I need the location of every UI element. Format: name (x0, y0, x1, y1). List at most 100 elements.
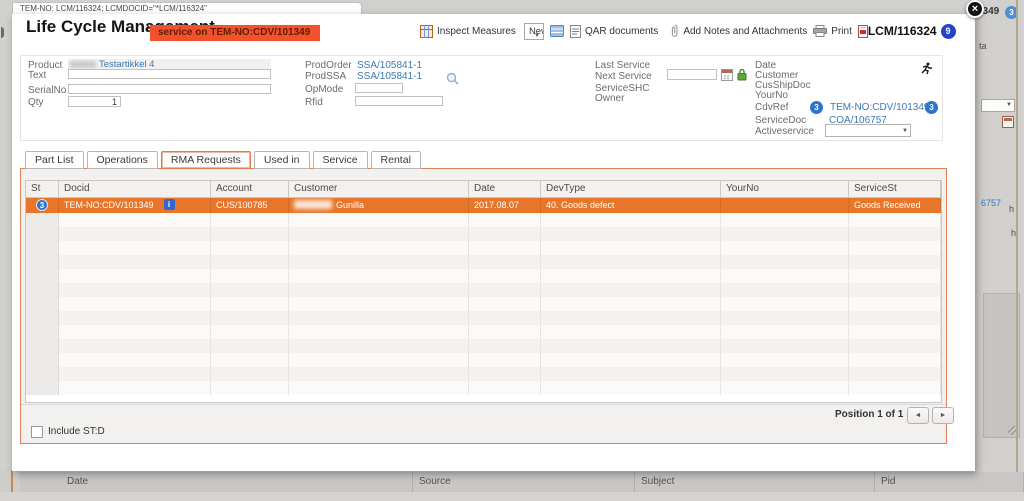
column-header-servicest[interactable]: ServiceSt (849, 181, 941, 197)
runner-icon[interactable] (920, 62, 933, 75)
pdf-icon[interactable] (858, 25, 868, 38)
empty-cell (849, 311, 941, 325)
empty-cell (26, 325, 59, 339)
empty-cell (469, 381, 541, 395)
printer-icon[interactable] (813, 25, 827, 37)
empty-cell (26, 241, 59, 255)
rfid-input[interactable] (355, 96, 443, 106)
activeservice-dropdown[interactable] (825, 124, 911, 137)
measures-grid-icon[interactable] (420, 25, 433, 38)
table-row-empty (26, 283, 941, 297)
empty-cell (59, 353, 211, 367)
opmode-input[interactable] (355, 83, 403, 93)
empty-cell (211, 213, 289, 227)
column-header-customer[interactable]: Customer (289, 181, 469, 197)
paperclip-icon[interactable] (670, 24, 679, 38)
empty-cell (849, 255, 941, 269)
empty-cell (721, 255, 849, 269)
owner-label: Owner (595, 93, 624, 104)
prev-page-button[interactable]: ◄ (907, 407, 929, 424)
measure-thread-dropdown[interactable]: New Measure THREAD (524, 23, 544, 40)
tab-used-in[interactable]: Used in (254, 151, 310, 169)
empty-cell (59, 325, 211, 339)
opmode-label: OpMode (305, 84, 343, 95)
qar-documents-button[interactable]: QAR documents (585, 26, 658, 37)
empty-cell (469, 227, 541, 241)
qar-document-icon[interactable] (570, 25, 581, 38)
tab-rental[interactable]: Rental (371, 151, 421, 169)
next-service-input[interactable] (667, 69, 717, 80)
inspect-measures-button[interactable]: Inspect Measures (437, 26, 516, 37)
rma-table: StDocidAccountCustomerDateDevTypeYourNoS… (25, 180, 942, 403)
empty-cell (469, 353, 541, 367)
empty-cell (469, 297, 541, 311)
empty-cell (721, 227, 849, 241)
background-h-fragment: h (1009, 204, 1014, 214)
table-row-empty (26, 339, 941, 353)
empty-cell (469, 213, 541, 227)
cdvref-link[interactable]: TEM-NO:CDV/101349 (830, 102, 929, 113)
tab-rma-requests[interactable]: RMA Requests (161, 151, 251, 169)
add-notes-attachments-button[interactable]: Add Notes and Attachments (683, 26, 807, 37)
print-button[interactable]: Print (831, 26, 852, 37)
product-link[interactable]: Testartikkel 4 (99, 59, 154, 70)
apply-measure-icon[interactable] (550, 25, 564, 37)
qty-input[interactable] (68, 96, 121, 107)
column-header-date[interactable]: Date (469, 181, 541, 197)
column-header-docid[interactable]: Docid (59, 181, 211, 197)
background-calendar-icon[interactable] (1002, 116, 1014, 128)
empty-cell (721, 311, 849, 325)
lock-icon[interactable] (736, 68, 748, 81)
empty-cell (849, 227, 941, 241)
empty-cell (541, 367, 721, 381)
empty-cell (59, 283, 211, 297)
text-input[interactable] (68, 69, 271, 79)
serialno-label: SerialNo (28, 85, 66, 96)
include-std-checkbox[interactable] (31, 426, 43, 438)
lcm-dialog: Life Cycle Management ▴ service on TEM-N… (12, 14, 975, 471)
service-banner: service on TEM-NO:CDV/101349 (150, 25, 320, 41)
empty-cell (849, 269, 941, 283)
empty-cell (469, 269, 541, 283)
table-row-empty (26, 353, 941, 367)
empty-cell (26, 227, 59, 241)
document-count-badge[interactable]: 9 (941, 24, 956, 39)
empty-cell (721, 213, 849, 227)
yourno-label: YourNo (755, 90, 788, 101)
cell-devtype: 40. Goods defect (541, 198, 721, 213)
prodorder-link[interactable]: SSA/105841-1 (357, 60, 422, 71)
tab-service[interactable]: Service (313, 151, 368, 169)
empty-cell (541, 227, 721, 241)
cdvref-count-badge[interactable]: 3 (810, 101, 823, 114)
serialno-input[interactable] (68, 84, 271, 94)
cdvref-count-badge-right[interactable]: 3 (925, 101, 938, 114)
calendar-icon[interactable] (721, 69, 733, 81)
empty-cell (26, 269, 59, 283)
info-icon[interactable]: i (164, 199, 175, 210)
table-row-empty (26, 213, 941, 227)
empty-cell (289, 213, 469, 227)
search-icon[interactable] (446, 72, 459, 85)
empty-cell (59, 241, 211, 255)
next-page-button[interactable]: ► (932, 407, 954, 424)
table-row[interactable]: 3 TEM-NO:CDV/101349i CUS/100785 Gunilla … (26, 198, 941, 213)
activeservice-label: Activeservice (755, 126, 814, 137)
empty-cell (849, 353, 941, 367)
empty-cell (26, 381, 59, 395)
tab-part-list[interactable]: Part List (25, 151, 84, 169)
column-header-account[interactable]: Account (211, 181, 289, 197)
prodssa-link[interactable]: SSA/105841-1 (357, 71, 422, 82)
column-header-devtype[interactable]: DevType (541, 181, 721, 197)
background-textarea[interactable] (983, 293, 1020, 438)
background-dropdown[interactable] (981, 99, 1015, 112)
empty-cell (469, 255, 541, 269)
cell-servicest: Goods Received (849, 198, 941, 213)
cell-customer: Gunilla (289, 198, 469, 213)
tab-operations[interactable]: Operations (87, 151, 158, 169)
column-header-yourno[interactable]: YourNo (721, 181, 849, 197)
empty-cell (289, 367, 469, 381)
background-grid-row (0, 492, 1024, 501)
pagination-position: Position 1 of 1 (835, 409, 903, 420)
close-button[interactable]: × (966, 0, 984, 18)
column-header-st[interactable]: St (26, 181, 59, 197)
